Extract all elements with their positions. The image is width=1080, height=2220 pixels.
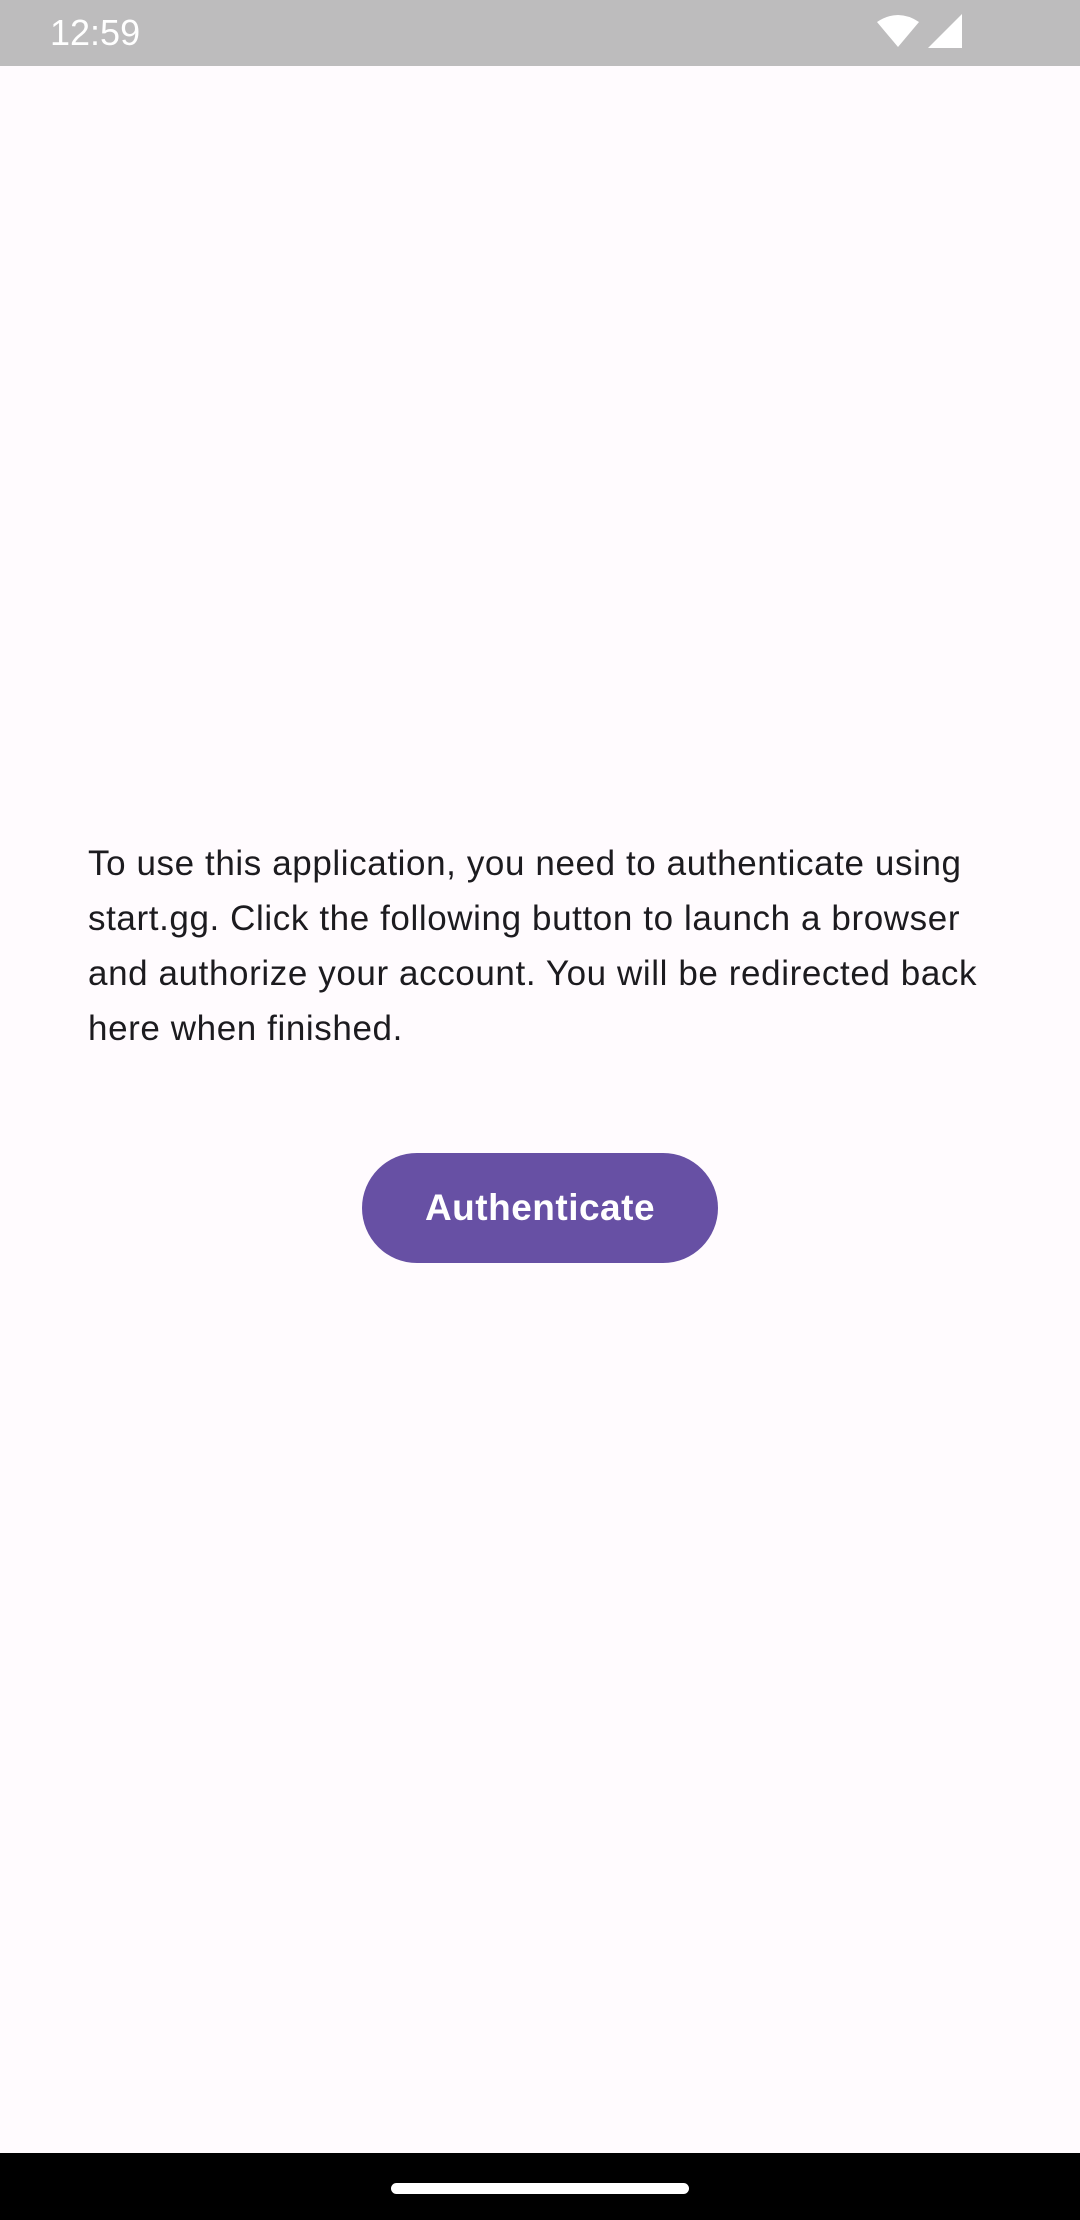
main-content <box>0 66 1080 2153</box>
authenticate-button-label: Authenticate <box>424 1187 656 1228</box>
status-icons <box>876 13 962 53</box>
authenticate-button[interactable]: Authenticate <box>362 1153 718 1263</box>
status-bar: 12:59 <box>0 0 1080 66</box>
home-gesture-handle[interactable] <box>391 2183 689 2194</box>
navigation-bar <box>0 2153 1080 2220</box>
wifi-icon <box>876 14 920 53</box>
cellular-signal-icon <box>928 13 962 53</box>
status-time: 12:59 <box>50 12 141 53</box>
auth-instructions-text: To use this application, you need to aut… <box>88 844 978 1048</box>
